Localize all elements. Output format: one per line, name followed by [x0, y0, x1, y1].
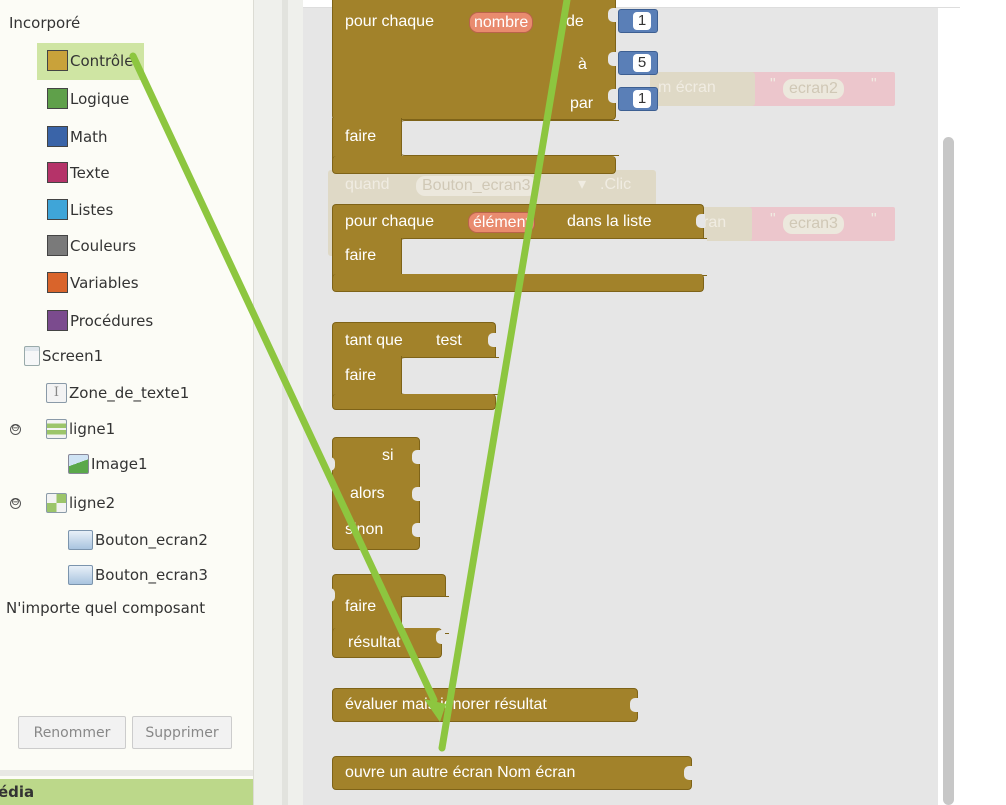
tree-item-control[interactable]: Contrôle	[47, 50, 133, 71]
ghost-screen-label-1: m écran	[658, 79, 716, 96]
else-label: sinon	[345, 521, 384, 538]
do-label: faire	[345, 247, 377, 264]
tree-item-procedures[interactable]: Procédures	[47, 310, 153, 331]
right-margin	[960, 0, 1006, 805]
ghost-quote: "	[770, 76, 776, 93]
tree-item-colors[interactable]: Couleurs	[47, 235, 136, 256]
colors-swatch-icon	[47, 235, 68, 256]
tree-item-label: ligne1	[69, 420, 116, 438]
tree-item-label: Listes	[70, 200, 114, 219]
screen-icon	[24, 346, 40, 366]
do-label: faire	[345, 367, 377, 384]
tree-item-math[interactable]: Math	[47, 126, 108, 147]
procedures-swatch-icon	[47, 310, 68, 331]
tree-item-zone-de-texte1[interactable]: I Zone_de_texte1	[46, 383, 189, 403]
vertical-arrangement-icon	[46, 419, 67, 439]
number-value[interactable]: 1	[633, 12, 651, 30]
ghost-screen-label-2: ran	[703, 214, 727, 231]
media-panel-header[interactable]: édia	[0, 779, 253, 805]
from-label: de	[566, 13, 584, 30]
ghost-dropdown-arrow: ▾	[578, 176, 587, 193]
tree-item-label: Procédures	[70, 311, 154, 330]
ghost-quote: "	[871, 211, 877, 228]
blocks-editor: Incorporé Contrôle Logique Math Texte Li…	[0, 0, 1006, 805]
do-label: faire	[345, 128, 377, 145]
tree-item-ligne1[interactable]: ligne1	[46, 419, 115, 439]
table-arrangement-icon	[46, 493, 67, 513]
tree-item-label: Image1	[91, 455, 148, 473]
variables-swatch-icon	[47, 272, 68, 293]
ghost-quote: "	[770, 211, 776, 228]
tree-item-label: Bouton_ecran2	[95, 531, 208, 549]
tree-item-bouton-ecran2[interactable]: Bouton_ecran2	[68, 530, 208, 550]
button-icon	[68, 530, 93, 550]
tree-item-any-component[interactable]: N'importe quel composant	[6, 599, 205, 617]
tree-item-text[interactable]: Texte	[47, 162, 110, 183]
tree-item-bouton-ecran3[interactable]: Bouton_ecran3	[68, 565, 208, 585]
lists-swatch-icon	[47, 199, 68, 220]
in-list-label: dans la liste	[567, 213, 652, 230]
delete-button[interactable]: Supprimer	[132, 716, 232, 749]
if-label: si	[382, 447, 394, 464]
tree-item-label: ligne2	[69, 494, 116, 512]
ghost-button-dropdown: Bouton_ecran3	[416, 176, 537, 196]
for-list-prefix: pour chaque	[345, 213, 434, 230]
button-icon	[68, 565, 93, 585]
tree-item-variables[interactable]: Variables	[47, 272, 139, 293]
test-label: test	[436, 332, 462, 349]
control-swatch-icon	[47, 50, 68, 71]
for-range-variable[interactable]: nombre	[469, 12, 534, 33]
tree-item-label: Screen1	[42, 347, 104, 365]
by-label: par	[570, 95, 594, 112]
textbox-icon: I	[46, 383, 67, 403]
number-block-from[interactable]: 1	[618, 9, 658, 33]
logic-swatch-icon	[47, 88, 68, 109]
for-range-prefix: pour chaque	[345, 13, 434, 30]
text-swatch-icon	[47, 162, 68, 183]
open-screen-label: ouvre un autre écran Nom écran	[345, 764, 576, 781]
do-label: faire	[345, 598, 377, 615]
tree-item-label: Zone_de_texte1	[69, 384, 190, 402]
image-icon	[68, 454, 89, 474]
tree-item-ligne2[interactable]: ligne2	[46, 493, 115, 513]
ghost-quote: "	[871, 76, 877, 93]
media-label: édia	[0, 783, 35, 801]
tree-item-lists[interactable]: Listes	[47, 199, 113, 220]
tree-item-label: Logique	[70, 89, 130, 108]
number-block-by[interactable]: 1	[618, 87, 658, 111]
panel-splitter[interactable]	[253, 0, 303, 805]
math-swatch-icon	[47, 126, 68, 147]
while-label: tant que	[345, 332, 403, 349]
ghost-string-2: ecran3	[783, 214, 844, 234]
tree-item-logic[interactable]: Logique	[47, 88, 129, 109]
ghost-event-label: .Clic	[600, 176, 632, 193]
evaluate-ignore-label: évaluer mais ignorer résultat	[345, 696, 547, 713]
tree-item-image1[interactable]: Image1	[68, 454, 148, 474]
ghost-when-label: quand	[345, 176, 390, 193]
then-label: alors	[350, 485, 385, 502]
tree-item-label: Variables	[70, 273, 139, 292]
number-value[interactable]: 1	[633, 90, 651, 108]
tree-item-label: Math	[70, 127, 108, 146]
tree-item-label: Bouton_ecran3	[95, 566, 208, 584]
blocks-tree-panel: Incorporé Contrôle Logique Math Texte Li…	[0, 0, 253, 805]
tree-item-label: Couleurs	[70, 236, 137, 255]
ghost-string-1: ecran2	[783, 79, 844, 99]
number-block-to[interactable]: 5	[618, 51, 658, 75]
result-label: résultat	[348, 634, 401, 651]
to-label: à	[578, 56, 587, 73]
number-value[interactable]: 5	[633, 54, 651, 72]
rename-button[interactable]: Renommer	[18, 716, 126, 749]
for-list-variable[interactable]: élément	[468, 212, 535, 233]
builtin-header: Incorporé	[9, 14, 81, 32]
collapse-toggle-ligne1[interactable]: ⊖	[10, 424, 21, 435]
tree-item-screen1[interactable]: Screen1	[24, 346, 103, 366]
workspace-scrollbar-thumb[interactable]	[943, 137, 954, 805]
tree-item-label: Contrôle	[70, 51, 134, 70]
collapse-toggle-ligne2[interactable]: ⊖	[10, 498, 21, 509]
panel-divider	[0, 770, 253, 776]
tree-item-label: Texte	[70, 163, 110, 182]
